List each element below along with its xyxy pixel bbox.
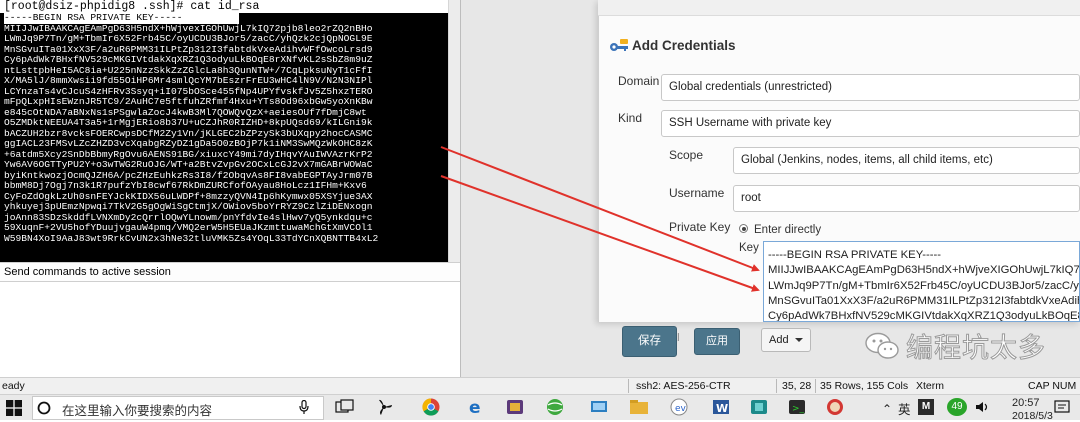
terminal-key-line: mFpQLxpHIsEWznJR5TC9/2AuHC7e5ftfuhZRfmf4… (4, 97, 442, 108)
search-icon (37, 401, 51, 415)
tray-badge[interactable]: 49 (947, 398, 967, 416)
username-label: Username (669, 186, 725, 200)
terminal-key-line: 59XuqnF+2VU5hofYDuujvgauW4pmq/VMQ2erW5H5… (4, 223, 442, 234)
status-divider (628, 379, 629, 393)
key-text-line: Cy6pAdWk7BHxfNV529cMKGIVtdakXqXRZ1Q3odyu… (768, 310, 1080, 322)
private-key-label: Private Key (669, 220, 731, 234)
terminal-key-line: Yw6AV6OGTTyPU2Y+o3wTWG2RuOJG/WT+a2BtvZvp… (4, 160, 442, 171)
wechat-logo-icon (865, 332, 899, 359)
edge-icon[interactable]: e (464, 398, 486, 416)
command-input-area[interactable] (0, 282, 460, 377)
terminal-key-line: Cy6pAdWk7BHxfNV529cMKGIVtdakXqXRZ1Q3odyu… (4, 55, 442, 66)
terminal-key-line: W59BN4XoI9AaJ83wt9RrkCvUN2x3hNe32tluVMK5… (4, 233, 442, 244)
add-credentials-icon (610, 39, 628, 51)
status-term: Xterm (916, 380, 945, 392)
key-text-line: MnSGvuITa01XxX3F/a2uR6PMM31ILPtZp312I3fa… (768, 294, 1080, 307)
svg-text:e: e (469, 398, 481, 416)
kind-select[interactable]: SSH Username with private key (661, 110, 1080, 137)
svg-text:ev: ev (675, 404, 687, 414)
m-tray-icon[interactable]: M (918, 399, 934, 415)
status-cursor-pos: 35, 28 (782, 380, 812, 392)
terminal-key-line: -----BEGIN RSA PRIVATE KEY----- (4, 13, 239, 24)
clock-time[interactable]: 20:57 (1012, 397, 1040, 409)
page-title: Add Credentials (632, 38, 736, 53)
photo-viewer-icon[interactable]: ev (668, 398, 690, 416)
enter-directly-label[interactable]: Enter directly (754, 224, 821, 236)
key-text-line: LWmJq9P7Tn/gM+TbmIr6X52Frb45C/oyUCDU3BJo… (768, 279, 1080, 292)
status-ssh: ssh2: AES-256-CTR (636, 380, 731, 392)
status-size: 35 Rows, 155 Cols (820, 380, 909, 392)
domain-select[interactable]: Global credentials (unrestricted) (661, 74, 1080, 101)
domain-label: Domain (618, 74, 660, 88)
enter-directly-radio[interactable] (739, 224, 748, 233)
username-input[interactable]: root (733, 185, 1080, 212)
watermark-text: 编程坑太多 (906, 333, 1046, 365)
jenkins-app-icon[interactable] (824, 398, 846, 416)
terminal-key-line: LWmJq9P7Tn/gM+TbmIr6X52Frb45C/oyUCDU3BJo… (4, 34, 442, 45)
remote-desktop-icon[interactable] (588, 398, 610, 416)
key-text-line: MIIJJwIBAAKCAgEAmPgD63H5ndX+hWjveXIGOhUw… (768, 264, 1080, 277)
status-divider (776, 379, 777, 393)
windows-start-icon[interactable] (6, 400, 22, 416)
scope-select[interactable]: Global (Jenkins, nodes, items, all child… (733, 147, 1080, 174)
terminal-key-line: CyFoZdOgkLzUh0snFEYJckKIDX56uLWDPf+8mzzy… (4, 191, 442, 202)
terminal-key-line: joAnn83SDzSkddfLVNXmDy2cQrrlOQwYLnowm/pn… (4, 212, 442, 223)
terminal-key-line: O5ZMDktNEEUA4T3a5+1rMgjERio8b37U+uCZJhR0… (4, 118, 442, 129)
key-label: Key (739, 242, 759, 254)
folder-icon[interactable] (628, 398, 650, 416)
terminal-key-output: -----BEGIN RSA PRIVATE KEY----- MIIJJwIBA… (4, 13, 442, 259)
clock-date[interactable]: 2018/5/3 (1012, 410, 1053, 422)
terminal-key-line: e845cOtNDA7aBNxNs1sPSgwlaZocJ4kwB3Ml7QOW… (4, 107, 442, 118)
scope-label: Scope (669, 148, 704, 162)
microphone-icon[interactable] (298, 400, 310, 415)
teal-app-icon[interactable] (748, 398, 770, 416)
xshell-icon[interactable]: >_ (786, 398, 808, 416)
terminal-key-line: yhkuyej3pUEmzNpwqi7TkV2G5gOgWiSgCtmjX/OW… (4, 202, 442, 213)
panel-top-bar (598, 0, 1080, 16)
notification-icon[interactable] (1054, 400, 1070, 415)
terminal-window[interactable]: [root@dsiz-phpidig8 .ssh]# cat id_rsa --… (0, 0, 460, 262)
terminal-key-line: MnSGvuITa01XxX3F/a2uR6PMM31ILPtZp312I3fa… (4, 44, 442, 55)
terminal-key-line: bACZUH2bzr8vcksFOERCwpsDCfM2Zy1Vn/jKLGEC… (4, 128, 442, 139)
save-button[interactable]: 保存 (622, 326, 677, 357)
terminal-key-line: MIIJJwIBAAKCAgEAmPgD63H5ndX+hWjvexIGOhUw… (4, 23, 442, 34)
send-commands-bar[interactable]: Send commands to active session (0, 262, 460, 282)
terminal-key-line: X/MA5lJ/8mmXwsii9fd55OiHP6Mr4smlQcYM7bEs… (4, 76, 442, 87)
green-ball-app-icon[interactable] (544, 398, 566, 416)
terminal-key-line: ggIACL23FMSvLZcZHZD3vcXqabgRZyDZ1gDa5O0z… (4, 139, 442, 150)
key-text-line: -----BEGIN RSA PRIVATE KEY----- (768, 249, 942, 261)
terminal-key-line: bbmM8Dj7Ogj7n3k1R7pufzYbI8cwf67RkDmZURCf… (4, 181, 442, 192)
private-key-textarea[interactable]: -----BEGIN RSA PRIVATE KEY----- MIIJJwIBA… (763, 241, 1080, 322)
apply-button[interactable]: 应用 (694, 328, 740, 355)
chrome-icon[interactable] (420, 398, 442, 416)
word-icon[interactable]: W (710, 398, 732, 416)
ime-indicator[interactable]: 英 (898, 399, 911, 418)
speaker-icon[interactable] (975, 400, 989, 414)
terminal-key-line: LCYnzaTs4vCJcuS4zHFRv3Ssyq+iI075bOSce455… (4, 86, 442, 97)
status-ready: eady (2, 380, 25, 392)
add-label: Add (769, 334, 789, 346)
fan-app-icon[interactable] (373, 398, 395, 416)
search-placeholder[interactable]: 在这里输入你要搜索的内容 (62, 400, 212, 419)
terminal-prompt-line: [root@dsiz-phpidig8 .ssh]# cat id_rsa (0, 0, 460, 13)
terminal-key-line: +6atdm5Xcy2SnDbBbmyRgOvu6AENS91BG/xiuxcY… (4, 149, 442, 160)
status-divider (815, 379, 816, 393)
terminal-key-line: byiKntkwozjOcmQJZH6A/pcZHzEuhkzRs3I8/f2O… (4, 170, 442, 181)
terminal-key-line: ntLsttpbHeI5AC8ia+U225nNzzSkkZzZGlcLa8h3… (4, 65, 442, 76)
kind-label: Kind (618, 111, 643, 125)
caret-down-icon (794, 338, 803, 343)
add-dropdown-button[interactable]: Add (761, 328, 811, 352)
terminal-app-icon[interactable] (504, 398, 526, 416)
chevron-up-icon[interactable]: ⌃ (882, 402, 892, 416)
task-view-icon[interactable] (334, 398, 356, 416)
status-bar: eady ssh2: AES-256-CTR 35, 28 35 Rows, 1… (0, 377, 1080, 394)
svg-text:W: W (716, 402, 728, 415)
status-caps: CAP NUM (1028, 380, 1077, 392)
svg-text:>_: >_ (792, 404, 805, 414)
